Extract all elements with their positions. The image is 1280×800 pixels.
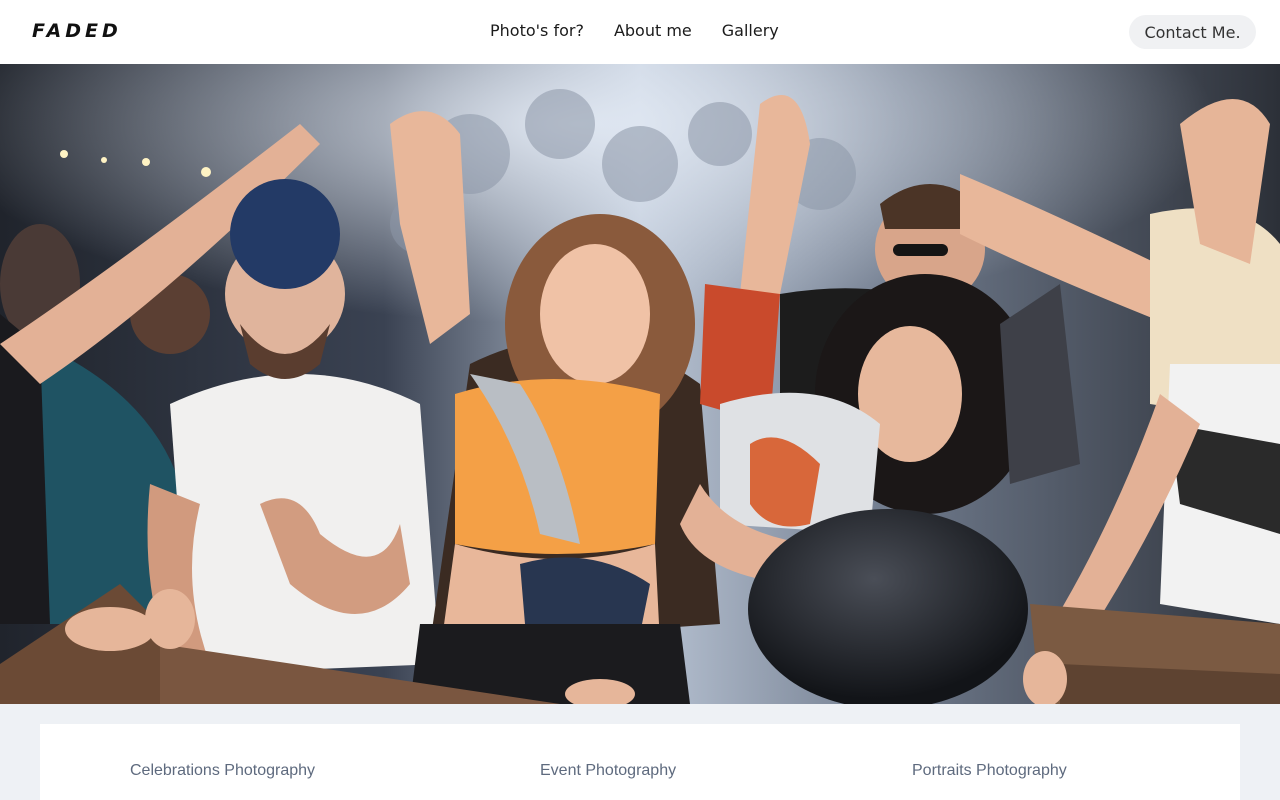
- nav-item-photos-for[interactable]: Photo's for?: [490, 21, 584, 40]
- services-strip: Celebrations Photography Event Photograp…: [40, 724, 1240, 800]
- hero-crowd-illustration: [0, 64, 1280, 704]
- logo[interactable]: FADED: [32, 20, 122, 42]
- service-events[interactable]: Event Photography: [540, 762, 676, 780]
- nav-item-gallery[interactable]: Gallery: [722, 21, 779, 40]
- service-portraits[interactable]: Portraits Photography: [912, 762, 1067, 780]
- contact-button[interactable]: Contact Me.: [1129, 15, 1256, 49]
- site-header: FADED Photo's for? About me Gallery Cont…: [0, 0, 1280, 64]
- hero-image: [0, 64, 1280, 704]
- nav-item-about-me[interactable]: About me: [614, 21, 692, 40]
- main-nav: Photo's for? About me Gallery: [490, 21, 779, 40]
- service-celebrations[interactable]: Celebrations Photography: [130, 762, 315, 780]
